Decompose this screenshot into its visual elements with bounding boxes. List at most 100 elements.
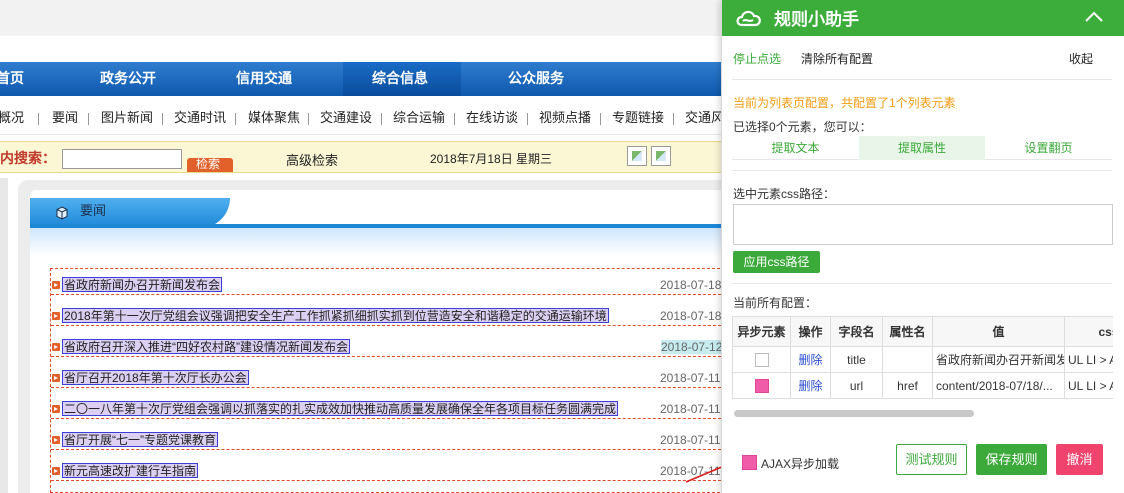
test-rule-button[interactable]: 测试规则: [896, 444, 967, 475]
bullet-arrow-icon: [52, 405, 60, 413]
sub-nav-item[interactable]: 在线访谈: [466, 101, 518, 135]
set-pagination-button[interactable]: 设置翻页: [985, 136, 1112, 160]
news-title-link[interactable]: 省厅开展“七一”专题党课教育: [62, 432, 218, 447]
news-row: 省厅召开2018年第十次厅长办公会 2018-07-11: [51, 368, 731, 388]
value-cell: 省政府新闻办召开新闻发布会: [932, 346, 1065, 373]
extract-text-button[interactable]: 提取文本: [732, 136, 859, 160]
news-section-header: 要闻: [30, 198, 730, 228]
news-title-link[interactable]: 2018年第十一次厅党组会议强调把安全生产工作抓紧抓细抓实抓到位营造安全和谐稳定…: [62, 308, 609, 323]
apply-css-path-button[interactable]: 应用css路径: [733, 251, 820, 273]
sub-nav-item[interactable]: 视频点播: [539, 101, 591, 135]
value-cell: content/2018-07/18/...: [932, 372, 1065, 399]
main-nav-item-general-info[interactable]: 综合信息: [372, 62, 428, 96]
css-path-label: 选中元素css路径：: [733, 187, 836, 201]
field-name-cell: title: [830, 346, 883, 373]
sub-nav-item[interactable]: 要闻: [52, 101, 78, 135]
advanced-search-link[interactable]: 高级检索: [286, 150, 338, 169]
cloud-logo-icon: [736, 10, 761, 27]
divider: [732, 170, 1112, 171]
sub-nav-item[interactable]: 图片新闻: [101, 101, 153, 135]
bullet-arrow-icon: [52, 312, 60, 320]
css-path-textarea[interactable]: [733, 204, 1113, 245]
main-nav-item-public-service[interactable]: 公众服务: [508, 62, 564, 96]
configs-table: 异步元素 操作 字段名 属性名 值 css 删除 title 省政府新闻办召开新…: [732, 316, 1113, 399]
cancel-button[interactable]: 撤消: [1056, 444, 1103, 475]
column-header: 属性名: [882, 316, 933, 347]
main-nav-item-credit-traffic[interactable]: 信用交通: [236, 62, 292, 96]
ajax-checkbox[interactable]: [742, 455, 757, 470]
table-horizontal-scrollbar[interactable]: [734, 410, 974, 417]
news-section-title: 要闻: [80, 203, 107, 218]
sub-nav-item[interactable]: 专题链接: [612, 101, 664, 135]
news-row: 省政府召开深入推进“四好农村路”建设情况新闻发布会 2018-07-12: [51, 337, 731, 357]
news-title-link[interactable]: 省政府新闻办召开新闻发布会: [62, 277, 223, 292]
sub-nav-divider: [600, 113, 601, 125]
news-header-fade: [30, 228, 730, 256]
news-date: 2018-07-11: [660, 433, 721, 447]
rule-helper-panel: 规则小助手 停止点选 清除所有配置 收起 当前为列表页配置，共配置了1个列表元素…: [721, 0, 1124, 493]
delete-link[interactable]: 删除: [798, 379, 822, 393]
news-date: 2018-07-11: [660, 371, 721, 385]
left-side-panel: [0, 178, 8, 493]
current-configs-label: 当前所有配置：: [733, 296, 818, 310]
sub-nav-item[interactable]: 概况: [0, 101, 24, 135]
bullet-arrow-icon: [52, 343, 60, 351]
news-date: 2018-07-18: [660, 278, 722, 292]
helper-title: 规则小助手: [774, 10, 859, 29]
chevron-up-icon[interactable]: [1083, 6, 1105, 28]
action-cell: 删除: [790, 372, 831, 399]
helper-header: 规则小助手: [722, 0, 1124, 36]
news-row: 2018年第十一次厅党组会议强调把安全生产工作抓紧抓细抓实抓到位营造安全和谐稳定…: [51, 306, 731, 326]
main-nav-item-home[interactable]: 首页: [0, 62, 24, 96]
sub-nav: 概况 要闻 图片新闻 交通时讯 媒体聚焦 交通建设 综合运输 在线访谈 视频点播…: [0, 101, 730, 135]
main-nav-item-gov-affairs[interactable]: 政务公开: [100, 62, 156, 96]
configs-table-scroll[interactable]: 异步元素 操作 字段名 属性名 值 css 删除 title 省政府新闻办召开新…: [732, 316, 1113, 402]
sub-nav-divider: [454, 113, 455, 125]
extract-attribute-button[interactable]: 提取属性: [859, 136, 985, 160]
news-row: 二〇一八年第十次厅党组会强调以抓落实的扎实成效加快推动高质量发展确保全年各项目标…: [51, 399, 731, 419]
stop-select-link[interactable]: 停止点选: [733, 50, 781, 67]
attr-name-cell: [882, 346, 933, 373]
css-cell: UL LI > A: [1064, 346, 1113, 373]
sub-nav-divider: [88, 113, 89, 125]
bullet-arrow-icon: [52, 281, 60, 289]
async-cell: [732, 372, 791, 399]
delete-link[interactable]: 删除: [798, 353, 822, 367]
field-name-cell: url: [830, 372, 883, 399]
sub-nav-divider: [527, 113, 528, 125]
sub-nav-item[interactable]: 交通风: [685, 101, 724, 135]
save-rule-button[interactable]: 保存规则: [976, 444, 1047, 475]
sub-nav-divider: [38, 113, 39, 125]
async-checkbox-checked[interactable]: [754, 378, 769, 393]
site-search-button[interactable]: 检索: [187, 158, 233, 172]
sub-nav-divider: [308, 113, 309, 125]
action-cell: 删除: [790, 346, 831, 373]
broken-image-icon[interactable]: [627, 146, 647, 166]
news-title-link[interactable]: 新元高速改扩建行车指南: [62, 463, 199, 478]
news-title-link[interactable]: 省政府召开深入推进“四好农村路”建设情况新闻发布会: [62, 339, 350, 354]
news-date: 2018-07-18: [660, 309, 722, 323]
sub-nav-item[interactable]: 综合运输: [393, 101, 445, 135]
ajax-label: AJAX异步加载: [761, 457, 840, 471]
collapse-link[interactable]: 收起: [1069, 50, 1093, 67]
sub-nav-item[interactable]: 媒体聚焦: [248, 101, 300, 135]
site-search-bar: 站内搜索： 检索 高级检索 2018年7月18日 星期三: [0, 141, 730, 173]
sub-nav-item[interactable]: 交通时讯: [174, 101, 226, 135]
bullet-arrow-icon: [52, 436, 60, 444]
async-checkbox[interactable]: [754, 352, 769, 367]
broken-image-icon[interactable]: [651, 146, 671, 166]
cube-icon: [56, 206, 68, 220]
column-header: 值: [932, 316, 1065, 347]
news-date: 2018-07-11: [660, 402, 721, 416]
attr-name-cell: href: [882, 372, 933, 399]
news-title-link[interactable]: 省厅召开2018年第十次厅长办公会: [62, 370, 249, 385]
site-search-label: 站内搜索：: [0, 150, 56, 166]
main-nav: 首页 政务公开 信用交通 综合信息 公众服务: [0, 62, 730, 96]
current-date: 2018年7月18日 星期三: [430, 152, 553, 166]
site-search-input[interactable]: [62, 149, 182, 169]
sub-nav-item[interactable]: 交通建设: [320, 101, 372, 135]
sub-nav-divider: [162, 113, 163, 125]
clear-all-configs-link[interactable]: 清除所有配置: [801, 50, 873, 67]
news-title-link[interactable]: 二〇一八年第十次厅党组会强调以抓落实的扎实成效加快推动高质量发展确保全年各项目标…: [62, 401, 619, 416]
selected-count-info: 已选择0个元素，您可以：: [733, 120, 872, 134]
